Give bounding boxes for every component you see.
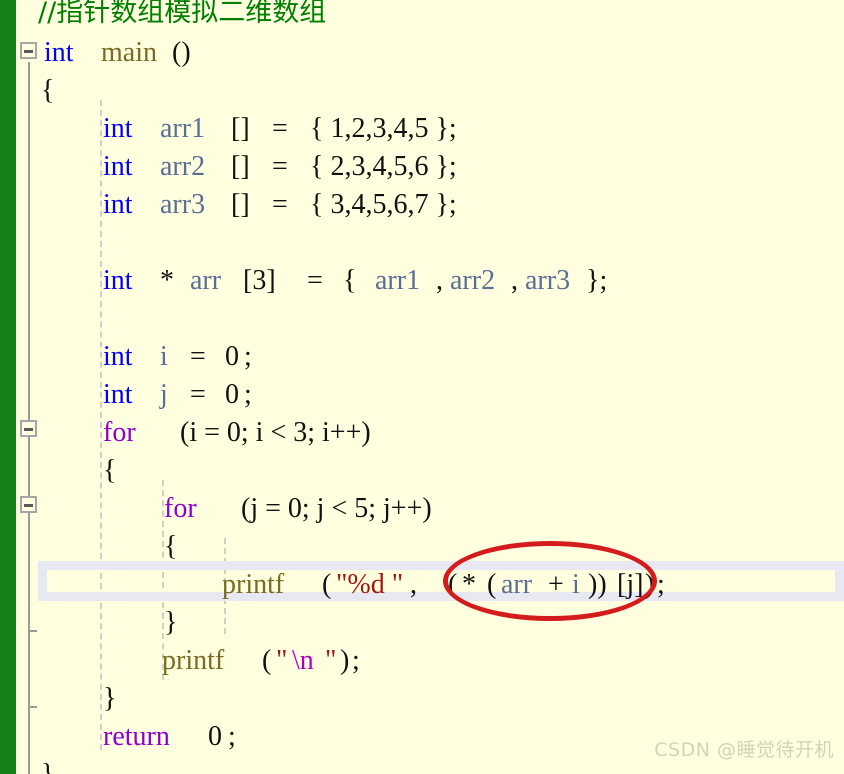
keyword-for: for — [103, 417, 136, 448]
code-line-8[interactable]: int * arr [3] = { arr1 , arr2 , arr3 }; — [0, 262, 844, 300]
code-text[interactable]: //指针数组模拟二维数组 int main () { int arr1 [] =… — [0, 0, 844, 774]
code-line-12[interactable]: for (i = 0; i < 3; i++) — [0, 414, 844, 452]
subscript-j: [j] — [617, 569, 644, 600]
operator-deref-star: * — [462, 569, 476, 600]
identifier-i: i — [572, 569, 580, 600]
code-line-15[interactable]: { — [0, 528, 844, 566]
keyword-int: int — [103, 113, 133, 144]
identifier-i: i — [160, 341, 168, 372]
semicolon: ; — [657, 569, 665, 600]
code-line-3[interactable]: { — [0, 72, 844, 110]
brace-open-init: { — [343, 265, 357, 296]
keyword-return: return — [103, 721, 170, 752]
watermark: CSDN @睡觉待开机 — [654, 739, 834, 761]
comma-2: , — [511, 265, 518, 296]
code-line-16[interactable]: printf ( "%d " , ( * ( arr + i )) [j] ) … — [0, 566, 844, 604]
array-size-bracket: [3] — [243, 265, 276, 296]
comma-arg: , — [410, 569, 417, 600]
identifier-j: j — [160, 379, 168, 410]
number-zero: 0 — [225, 341, 239, 372]
operator-plus: + — [548, 569, 564, 600]
init-item-arr3: arr3 — [525, 265, 571, 296]
keyword-int: int — [103, 189, 133, 220]
brace-close-semicolon-init: }; — [586, 265, 608, 296]
paren-pair-main: () — [172, 37, 191, 68]
quote-open: " — [276, 645, 288, 676]
semicolon: ; — [244, 379, 252, 410]
quote-close: " — [325, 645, 337, 676]
identifier-arr: arr — [190, 265, 222, 296]
paren-open-printf: ( — [322, 569, 332, 600]
for-header-inner: (j = 0; j < 5; j++) — [241, 493, 432, 524]
keyword-int: int — [44, 37, 74, 68]
identifier-arr2: arr2 — [160, 151, 206, 182]
initializer-list-arr3: { 3,4,5,6,7 }; — [310, 189, 457, 220]
code-line-6[interactable]: int arr3 [] = { 3,4,5,6,7 }; — [0, 186, 844, 224]
brace-open-for-inner: { — [164, 531, 178, 562]
operator-assign: = — [272, 113, 288, 144]
number-zero: 0 — [208, 721, 222, 752]
identifier-arr3: arr3 — [160, 189, 206, 220]
string-format: "%d " — [336, 569, 404, 600]
identifier-arr1: arr1 — [160, 113, 206, 144]
operator-assign: = — [272, 189, 288, 220]
brace-close-for-inner: } — [164, 607, 178, 638]
brackets-empty: [] — [231, 113, 250, 144]
code-line-5[interactable]: int arr2 [] = { 2,3,4,5,6 }; — [0, 148, 844, 186]
keyword-int: int — [103, 379, 133, 410]
operator-pointer-star: * — [160, 265, 174, 296]
init-item-arr1: arr1 — [375, 265, 421, 296]
expr-paren-open: ( — [448, 569, 458, 600]
code-line-13[interactable]: { — [0, 452, 844, 490]
operator-assign: = — [190, 341, 206, 372]
semicolon: ; — [352, 645, 360, 676]
brace-close-for-outer: } — [103, 683, 117, 714]
code-line-14[interactable]: for (j = 0; j < 5; j++) — [0, 490, 844, 528]
paren-close-pair: )) — [588, 569, 607, 600]
semicolon: ; — [228, 721, 236, 752]
comment-token: //指针数组模拟二维数组 — [38, 0, 327, 28]
keyword-int: int — [103, 265, 133, 296]
code-line-18[interactable]: printf ( " \n " ) ; — [0, 642, 844, 680]
keyword-int: int — [103, 151, 133, 182]
brace-open-main: { — [41, 75, 55, 106]
inner-paren-open: ( — [487, 569, 497, 600]
code-line-1[interactable]: //指针数组模拟二维数组 — [0, 0, 844, 32]
code-line-2[interactable]: int main () — [0, 34, 844, 72]
initializer-list-arr1: { 1,2,3,4,5 }; — [310, 113, 457, 144]
function-main: main — [101, 37, 157, 68]
code-line-19[interactable]: } — [0, 680, 844, 718]
brackets-empty: [] — [231, 189, 250, 220]
paren-close-printf: ) — [645, 569, 655, 600]
for-header-outer: (i = 0; i < 3; i++) — [180, 417, 371, 448]
operator-assign: = — [307, 265, 323, 296]
paren-close-printf-nl: ) — [340, 645, 350, 676]
paren-open-printf-nl: ( — [262, 645, 272, 676]
operator-assign: = — [272, 151, 288, 182]
operator-assign: = — [190, 379, 206, 410]
semicolon: ; — [244, 341, 252, 372]
brace-close-main: } — [41, 756, 54, 774]
number-zero: 0 — [225, 379, 239, 410]
function-printf: printf — [222, 569, 285, 600]
function-printf: printf — [162, 645, 225, 676]
initializer-list-arr2: { 2,3,4,5,6 }; — [310, 151, 457, 182]
code-line-17[interactable]: } — [0, 604, 844, 642]
escape-newline: \n — [292, 645, 314, 676]
init-item-arr2: arr2 — [450, 265, 496, 296]
keyword-for: for — [164, 493, 197, 524]
brace-open-for-outer: { — [103, 455, 117, 486]
code-editor-screenshot: //指针数组模拟二维数组 int main () { int arr1 [] =… — [0, 0, 844, 774]
comma-1: , — [436, 265, 443, 296]
brackets-empty: [] — [231, 151, 250, 182]
code-line-11[interactable]: int j = 0 ; — [0, 376, 844, 414]
identifier-arr: arr — [501, 569, 533, 600]
code-line-4[interactable]: int arr1 [] = { 1,2,3,4,5 }; — [0, 110, 844, 148]
code-line-10[interactable]: int i = 0 ; — [0, 338, 844, 376]
keyword-int: int — [103, 341, 133, 372]
